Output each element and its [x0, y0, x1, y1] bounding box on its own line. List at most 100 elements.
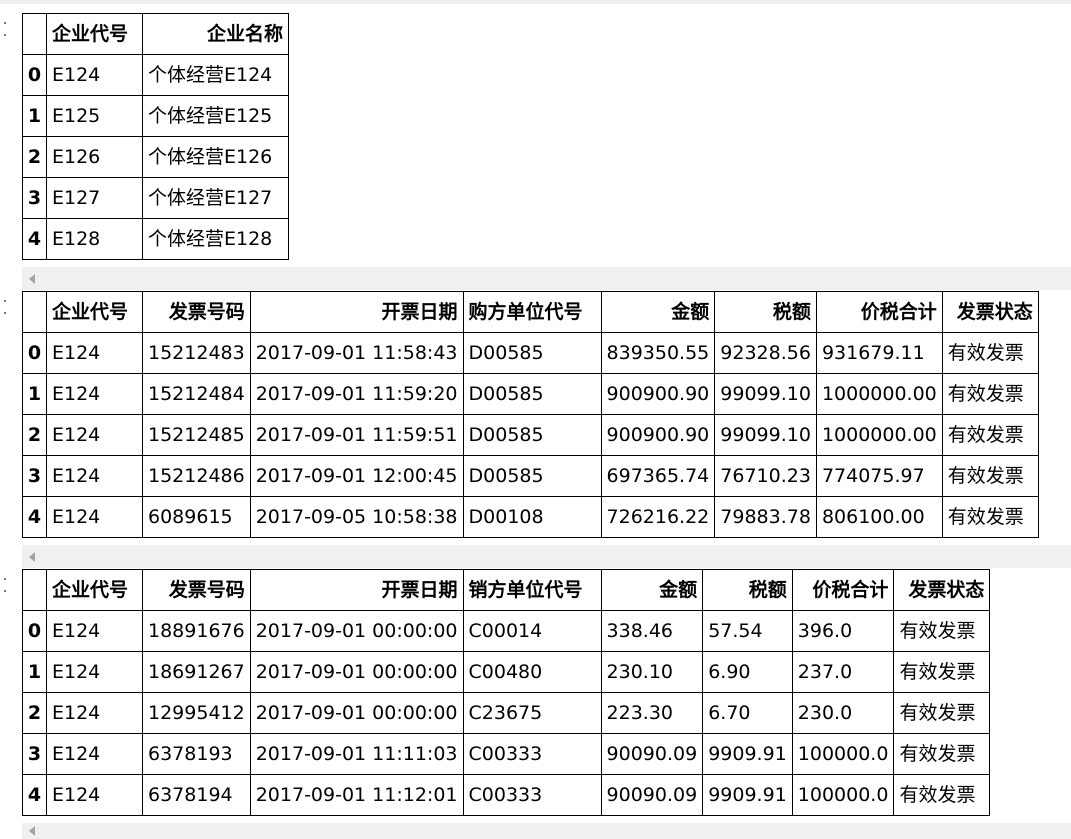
table-cell: 有效发票: [893, 692, 991, 734]
index-header: [22, 569, 47, 611]
table-cell: 2017-09-01 12:00:45: [249, 455, 464, 497]
column-header: 发票状态: [893, 569, 991, 611]
table-cell: 6378193: [142, 733, 251, 775]
row-index: 0: [22, 610, 47, 652]
index-header: [22, 13, 47, 55]
table-cell: 79883.78: [714, 496, 817, 538]
table-row: 2 E126 个体经营E126: [22, 136, 289, 178]
table-cell: 2017-09-01 11:11:03: [249, 733, 464, 775]
table-cell: D00585: [462, 414, 602, 456]
column-header: 价税合计: [815, 291, 943, 333]
dataframe-table-1: 企业代号 企业名称 0 E124 个体经营E124 1 E125 个体经营E125 2E…: [22, 13, 289, 260]
table-row: 4 E124 6089615 2017-09-05 10:58:38 D00108 726…: [22, 496, 1039, 538]
table-cell: 237.0: [791, 651, 895, 693]
table-row: 4 E124 6378194 2017-09-01 11:12:01 C00333 900…: [22, 774, 991, 816]
table-cell: 个体经营E124: [142, 54, 289, 96]
table-cell: C00333: [462, 733, 602, 775]
table-cell: 839350.55: [600, 332, 716, 374]
row-index: 0: [22, 54, 47, 96]
table-cell: D00585: [462, 332, 602, 374]
table-cell: 18891676: [142, 610, 251, 652]
column-header: 发票号码: [142, 569, 251, 611]
scroll-left-arrow-icon[interactable]: [29, 273, 35, 284]
table-cell: 931679.11: [815, 332, 943, 374]
table-cell: 18691267: [142, 651, 251, 693]
row-index: 2: [22, 136, 47, 178]
table-cell: 230.10: [600, 651, 704, 693]
table-cell: 9909.91: [702, 733, 793, 775]
table-cell: 有效发票: [893, 774, 991, 816]
table-cell: 2017-09-01 11:59:20: [249, 373, 464, 415]
table-cell: 2017-09-01 00:00:00: [249, 651, 464, 693]
horizontal-scrollbar-2[interactable]: [22, 545, 1071, 568]
table-cell: 15212485: [142, 414, 251, 456]
table-cell: 12995412: [142, 692, 251, 734]
top-cell-border: [0, 0, 1071, 4]
table-cell: 有效发票: [941, 332, 1039, 374]
table-cell: 2017-09-01 11:12:01: [249, 774, 464, 816]
table-cell: 6.90: [702, 651, 793, 693]
column-header: 发票状态: [941, 291, 1039, 333]
table-cell: 有效发票: [893, 651, 991, 693]
horizontal-scrollbar-3[interactable]: [22, 823, 1071, 839]
table-row: 0 E124 个体经营E124: [22, 54, 289, 96]
table-row: 2 E124 15212485 2017-09-01 11:59:51 D00585 90…: [22, 414, 1039, 456]
table-cell: E124: [46, 414, 143, 456]
table-cell: 有效发票: [941, 414, 1039, 456]
table-cell: E125: [46, 95, 143, 137]
table-cell: E124: [46, 774, 143, 816]
table-cell: 有效发票: [941, 496, 1039, 538]
table-cell: 90090.09: [600, 774, 704, 816]
dataframe-3: 企业代号 发票号码 开票日期 销方单位代号 金额 税额 价税合计 发票状态 0E…: [22, 569, 991, 816]
table-cell: 6378194: [142, 774, 251, 816]
column-header: 金额: [600, 569, 704, 611]
table-cell: E124: [46, 733, 143, 775]
table-cell: 230.0: [791, 692, 895, 734]
table-cell: E128: [46, 218, 143, 260]
table-cell: 2017-09-01 11:59:51: [249, 414, 464, 456]
table-cell: D00108: [462, 496, 602, 538]
table-cell: 15212486: [142, 455, 251, 497]
column-header: 购方单位代号: [462, 291, 602, 333]
column-header: 销方单位代号: [462, 569, 602, 611]
table-cell: 2017-09-01 11:58:43: [249, 332, 464, 374]
table-cell: 有效发票: [941, 455, 1039, 497]
table-cell: 223.30: [600, 692, 704, 734]
table-cell: C00480: [462, 651, 602, 693]
column-header: 企业代号: [46, 291, 143, 333]
table-cell: 774075.97: [815, 455, 943, 497]
table-cell: 726216.22: [600, 496, 716, 538]
table-cell: C23675: [462, 692, 602, 734]
table-cell: D00585: [462, 455, 602, 497]
scroll-left-arrow-icon[interactable]: [29, 551, 35, 562]
row-index: 3: [22, 177, 47, 219]
scroll-left-arrow-icon[interactable]: [29, 826, 35, 836]
row-index: 3: [22, 733, 47, 775]
dataframe-table-3: 企业代号 发票号码 开票日期 销方单位代号 金额 税额 价税合计 发票状态 0E…: [22, 569, 991, 816]
horizontal-scrollbar-1[interactable]: [22, 267, 1071, 290]
table-cell: 1000000.00: [815, 373, 943, 415]
table-cell: 99099.10: [714, 414, 817, 456]
table-cell: D00585: [462, 373, 602, 415]
column-header: 开票日期: [249, 569, 464, 611]
table-row: 1 E125 个体经营E125: [22, 95, 289, 137]
table-cell: 个体经营E125: [142, 95, 289, 137]
table-cell: 99099.10: [714, 373, 817, 415]
table-cell: E124: [46, 54, 143, 96]
row-index: 0: [22, 332, 47, 374]
table-cell: 个体经营E126: [142, 136, 289, 178]
table-cell: 有效发票: [893, 733, 991, 775]
output-prompt-dots: [2, 300, 8, 314]
table-cell: E124: [46, 692, 143, 734]
table-cell: 个体经营E127: [142, 177, 289, 219]
column-header: 企业名称: [142, 13, 289, 55]
table-row: 0 E124 15212483 2017-09-01 11:58:43 D00585 83…: [22, 332, 1039, 374]
table-cell: 个体经营E128: [142, 218, 289, 260]
row-index: 1: [22, 373, 47, 415]
row-index: 2: [22, 692, 47, 734]
table-cell: 806100.00: [815, 496, 943, 538]
column-header: 开票日期: [249, 291, 464, 333]
table-cell: 6.70: [702, 692, 793, 734]
table-cell: 2017-09-01 00:00:00: [249, 692, 464, 734]
column-header: 发票号码: [142, 291, 251, 333]
